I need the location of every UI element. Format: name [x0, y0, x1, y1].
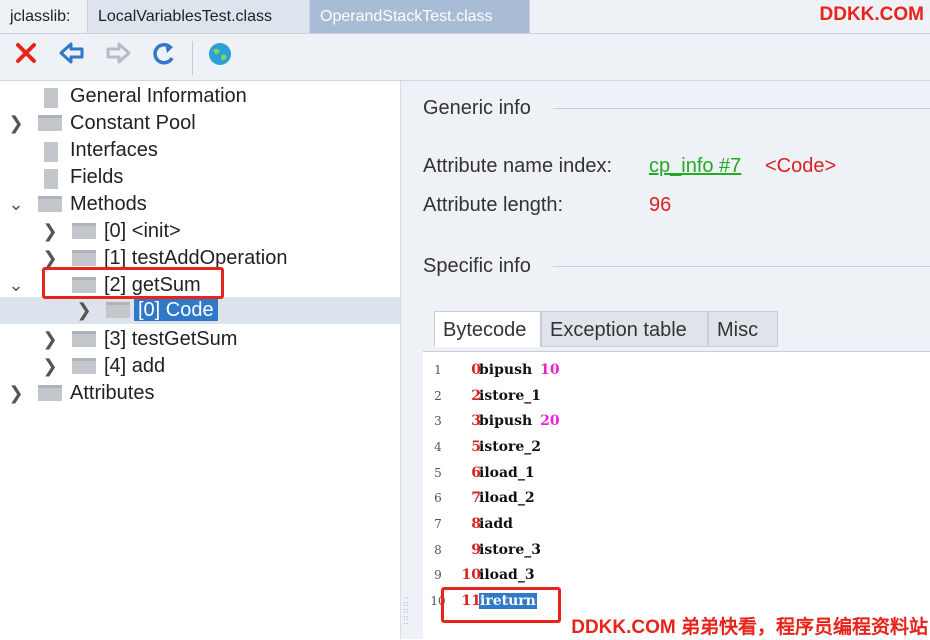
tab-misc[interactable]: Misc: [708, 311, 778, 347]
tree-item-label: Interfaces: [70, 139, 158, 161]
offset: 0: [471, 362, 481, 378]
opcode: istore_3: [479, 542, 542, 558]
tab-localvariablestest[interactable]: LocalVariablesTest.class: [88, 0, 310, 33]
tree-item-label: General Information: [70, 85, 247, 107]
chevron-right-icon[interactable]: ❯: [40, 326, 60, 353]
folder-icon: [106, 302, 130, 318]
forward-icon[interactable]: [102, 41, 134, 73]
web-icon[interactable]: [204, 41, 236, 73]
back-icon[interactable]: [56, 41, 88, 73]
app-label: jclasslib:: [0, 0, 88, 33]
tab-bytecode[interactable]: Bytecode: [434, 311, 541, 347]
opcode: istore_2: [479, 439, 542, 455]
offset: 6: [471, 465, 481, 481]
operand: 10: [540, 362, 560, 378]
close-icon[interactable]: [10, 41, 42, 73]
opcode: iload_2: [479, 490, 535, 506]
folder-icon: [72, 223, 96, 239]
toolbar-separator: [192, 41, 193, 75]
cp-info-link[interactable]: cp_info #7: [649, 155, 741, 178]
offset: 8: [471, 516, 481, 532]
class-tree: General Information ❯ Constant Pool Inte…: [0, 81, 401, 639]
folder-icon: [38, 115, 62, 131]
tree-item-label: Attributes: [70, 382, 155, 404]
operand: 20: [540, 413, 560, 429]
offset: 9: [471, 542, 481, 558]
page-icon: [44, 169, 58, 189]
tree-item-label: Methods: [70, 193, 147, 215]
offset: 2: [471, 388, 481, 404]
tree-item-label: [3] testGetSum: [104, 328, 238, 350]
attribute-length-value: 96: [649, 194, 672, 216]
opcode: iload_1: [479, 465, 535, 481]
chevron-right-icon[interactable]: ❯: [6, 110, 26, 137]
resize-grip-icon[interactable]: ::::::::: [403, 596, 409, 627]
tree-item-label: [4] add: [104, 355, 166, 377]
folder-icon: [72, 250, 96, 266]
detail-panel: Generic info Attribute name index: cp_in…: [401, 81, 930, 640]
folder-icon: [72, 331, 96, 347]
page-icon: [44, 88, 58, 108]
attribute-name-index-label: Attribute name index:: [423, 155, 612, 177]
folder-icon: [72, 358, 96, 374]
folder-icon: [38, 196, 62, 212]
opcode: bipush 20: [479, 413, 560, 429]
attribute-length-label: Attribute length:: [423, 194, 564, 216]
opcode: iload_3: [479, 567, 535, 583]
chevron-right-icon[interactable]: ❯: [74, 297, 94, 324]
tab-exception-table[interactable]: Exception table: [541, 311, 708, 347]
toolbar: [0, 34, 930, 81]
section-divider: [553, 266, 930, 267]
attribute-name-value: <Code>: [765, 155, 837, 177]
file-tab-bar: jclasslib: LocalVariablesTest.class Oper…: [0, 0, 930, 34]
offset: 3: [471, 413, 481, 429]
opcode: istore_1: [479, 388, 542, 404]
chevron-down-icon[interactable]: ⌄: [6, 272, 26, 299]
opcode: iadd: [479, 516, 513, 532]
tree-item-label: [0] Code: [134, 299, 218, 321]
chevron-down-icon[interactable]: ⌄: [6, 191, 26, 218]
folder-icon: [38, 385, 62, 401]
watermark: DDKK.COM 弟弟快看，程序员编程资料站: [571, 617, 928, 638]
tab-operandstacktest[interactable]: OperandStackTest.class: [310, 0, 530, 33]
chevron-right-icon[interactable]: ❯: [6, 380, 26, 407]
reload-icon[interactable]: [148, 41, 180, 73]
offset: 10: [461, 567, 481, 583]
specific-info-title: Specific info: [423, 255, 531, 277]
offset: 5: [471, 439, 481, 455]
highlight-box-getsum: [42, 267, 224, 299]
section-divider: [553, 108, 930, 109]
watermark: DDKK.COM: [819, 4, 925, 25]
offset: 7: [471, 490, 481, 506]
chevron-right-icon[interactable]: ❯: [40, 353, 60, 380]
opcode: bipush 10: [479, 362, 560, 378]
highlight-box-ireturn: [441, 587, 561, 623]
page-icon: [44, 142, 58, 162]
tree-item-label: Fields: [70, 166, 124, 188]
tree-item-label: Constant Pool: [70, 112, 196, 134]
generic-info-title: Generic info: [423, 97, 531, 119]
chevron-right-icon[interactable]: ❯: [40, 218, 60, 245]
tree-item-label: [0] <init>: [104, 220, 181, 242]
